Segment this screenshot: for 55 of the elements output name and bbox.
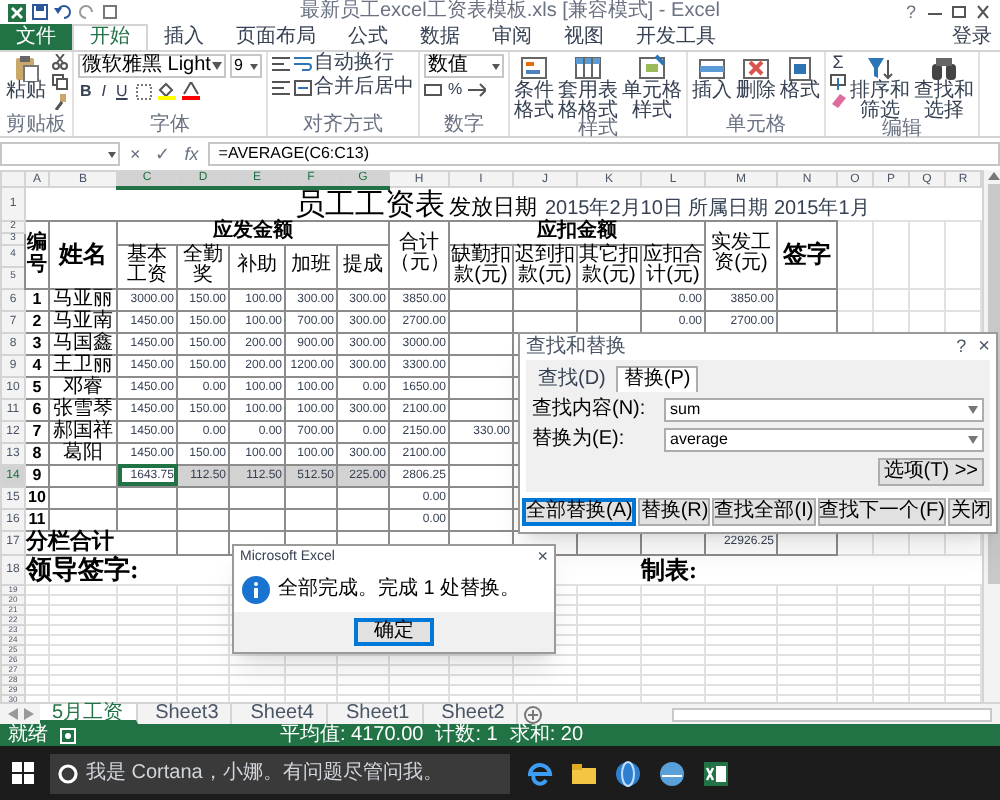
- status-statistic: 计数: 1: [435, 725, 498, 745]
- signature-label: 领导签字:: [25, 554, 229, 584]
- signature-label: 制表:: [641, 554, 777, 584]
- status-text: 就绪: [8, 725, 48, 745]
- status-statistic: 平均值: 4170.00: [280, 725, 424, 745]
- date-label: 发放日期: [449, 195, 537, 219]
- table-cell: 5: [25, 376, 49, 398]
- group-label: 对齐方式: [301, 116, 385, 136]
- table-cell: 马国鑫: [49, 332, 117, 354]
- table-cell: 王卫丽: [49, 354, 117, 376]
- message-text: 全部完成。完成 1 处替换。: [278, 580, 521, 600]
- table-cell: 葛阳: [49, 442, 117, 464]
- field-label: 替换为(E):: [532, 430, 627, 450]
- group-label: 数字: [442, 116, 486, 136]
- table-cell: 6: [25, 398, 49, 420]
- status-statistic: 求和: 20: [509, 725, 584, 745]
- header-cell: 基本工资: [117, 244, 177, 288]
- table-cell: 4: [25, 354, 49, 376]
- header-cell: 其它扣款(元): [577, 244, 641, 288]
- sheet-title: 员工工资表: [25, 187, 449, 220]
- table-cell: 8: [25, 442, 49, 464]
- header-cell: 全勤奖: [177, 244, 229, 288]
- table-cell: 马亚丽: [49, 288, 117, 310]
- group-label: 样式: [578, 120, 620, 140]
- header-cell: 实发工资(元): [705, 220, 777, 288]
- header-cell: 合计（元）: [389, 220, 449, 288]
- table-cell: 张雪琴: [49, 398, 117, 420]
- table-cell: 2: [25, 310, 49, 332]
- field-label: 查找内容(N):: [532, 400, 648, 420]
- header-cell: 应发金额: [117, 220, 389, 244]
- header-cell: 编号: [25, 220, 49, 288]
- table-cell: 7: [25, 420, 49, 442]
- group-label: 剪贴板: [4, 116, 68, 136]
- group-label: 编辑: [882, 120, 923, 140]
- header-cell: 缺勤扣款(元): [449, 244, 513, 288]
- header-cell: 姓名: [49, 220, 117, 288]
- table-cell: 10: [25, 486, 49, 508]
- table-cell: 邓睿: [49, 376, 117, 398]
- table-cell: 3: [25, 332, 49, 354]
- header-cell: 迟到扣款(元): [513, 244, 577, 288]
- table-cell: 分栏合计: [25, 530, 177, 554]
- date-text: 2015年2月10日 所属日期 2015年1月: [545, 197, 870, 219]
- group-label: 字体: [148, 116, 192, 136]
- header-cell: 签字: [777, 220, 837, 288]
- table-cell: 马亚南: [49, 310, 117, 332]
- table-cell: 1: [25, 288, 49, 310]
- table-cell: 11: [25, 508, 49, 530]
- header-cell: 应扣合计(元): [641, 244, 705, 288]
- header-cell: 补助: [229, 244, 285, 288]
- table-cell: 郝国祥: [49, 420, 117, 442]
- table-cell: 9: [25, 464, 49, 486]
- header-cell: 加班: [285, 244, 337, 288]
- group-label: 单元格: [724, 116, 788, 136]
- dialog-title: 查找和替换: [526, 337, 628, 357]
- header-cell: 应扣金额: [449, 220, 705, 244]
